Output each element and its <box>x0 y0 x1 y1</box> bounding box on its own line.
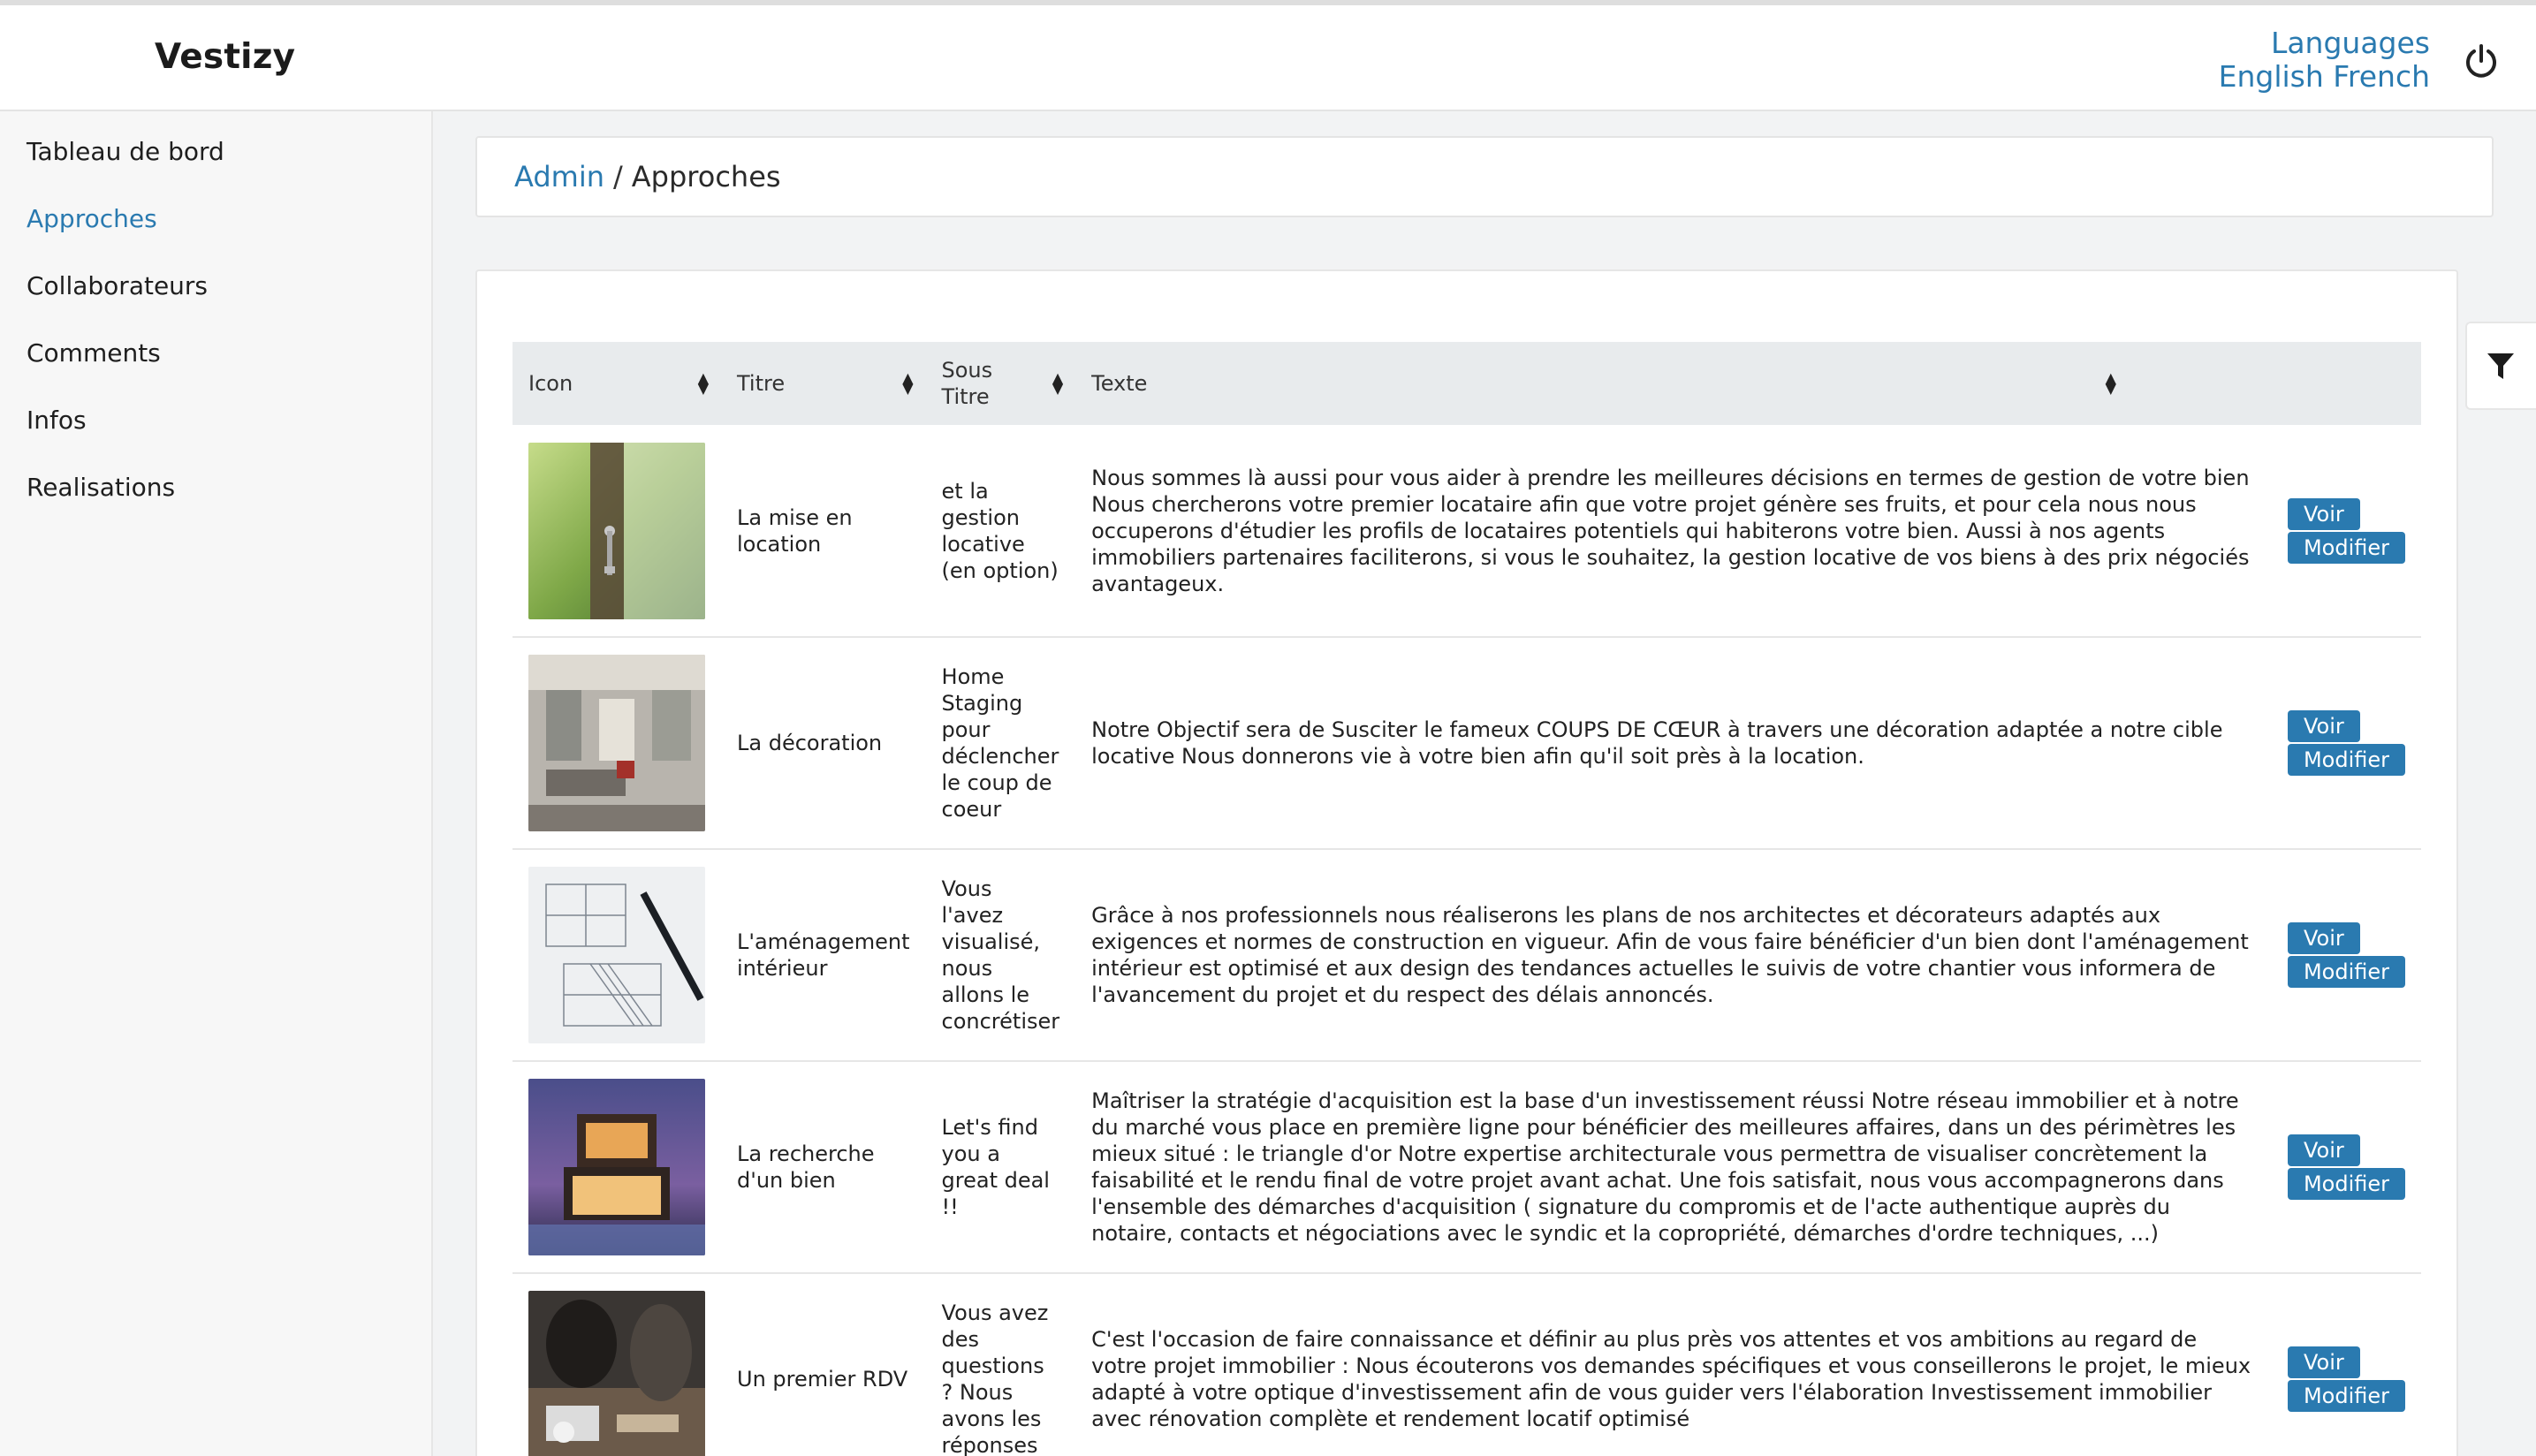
column-label-titre: Titre <box>737 371 786 396</box>
row-titre: La mise en location <box>721 425 926 638</box>
row-texte: Notre Objectif sera de Susciter le fameu… <box>1075 637 2272 850</box>
row-sous-titre: Vous avez des questions ? Nous avons les… <box>925 1273 1076 1456</box>
breadcrumb: Admin / Approches <box>475 136 2494 217</box>
key-in-door-photo <box>528 442 705 619</box>
living-room-photo <box>528 655 705 831</box>
breadcrumb-current: Approches <box>631 160 781 193</box>
language-french[interactable]: French <box>2333 59 2430 94</box>
row-titre: Un premier RDV <box>721 1273 926 1456</box>
sidebar: Tableau de bord Approches Collaborateurs… <box>0 111 433 1456</box>
brand-logo[interactable]: Vestizy <box>155 37 295 77</box>
column-header-actions <box>2271 342 2421 425</box>
column-label-texte: Texte <box>1091 371 1148 396</box>
sidebar-item-realisations[interactable]: Realisations <box>0 454 431 521</box>
voir-button[interactable]: Voir <box>2287 922 2360 954</box>
language-switcher: Languages English French <box>2219 27 2430 94</box>
row-titre: La recherche d'un bien <box>721 1061 926 1274</box>
breadcrumb-separator: / <box>612 160 623 193</box>
voir-button[interactable]: Voir <box>2287 497 2360 530</box>
column-header-texte[interactable]: Texte ▲ ▼ <box>1075 342 2272 425</box>
voir-button[interactable]: Voir <box>2287 1134 2360 1166</box>
row-sous-titre: Let's find you a great deal !! <box>925 1061 1076 1274</box>
approches-panel: Icon ▲ ▼ Titre ▲ ▼ Sous Titre ▲ ▼ Texte ▲ ▼ <box>475 269 2458 1456</box>
row-texte: Grâce à nos professionnels nous réaliser… <box>1075 849 2272 1062</box>
blueprint-photo <box>528 867 705 1043</box>
column-header-sous-titre[interactable]: Sous Titre ▲ ▼ <box>925 342 1076 425</box>
modern-house-photo <box>528 1079 705 1255</box>
sidebar-item-tableau-de-bord[interactable]: Tableau de bord <box>0 118 431 186</box>
table-row: L'aménagement intérieur Vous l'avez visu… <box>513 849 2421 1062</box>
sidebar-item-collaborateurs[interactable]: Collaborateurs <box>0 253 431 320</box>
language-english[interactable]: English <box>2219 59 2324 94</box>
modifier-button[interactable]: Modifier <box>2287 1168 2405 1200</box>
sort-icon[interactable]: ▲ ▼ <box>2106 371 2116 396</box>
top-bar: Vestizy Languages English French <box>0 0 2536 111</box>
row-sous-titre: Vous l'avez visualisé, nous allons le co… <box>925 849 1076 1062</box>
voir-button[interactable]: Voir <box>2287 1346 2360 1378</box>
row-texte: Maîtriser la stratégie d'acquisition est… <box>1075 1061 2272 1274</box>
table-row: La décoration Home Staging pour déclench… <box>513 637 2421 850</box>
modifier-button[interactable]: Modifier <box>2287 956 2405 988</box>
sidebar-item-approches[interactable]: Approches <box>0 186 431 253</box>
row-sous-titre: et la gestion locative (en option) <box>925 425 1076 638</box>
row-texte: Nous sommes là aussi pour vous aider à p… <box>1075 425 2272 638</box>
languages-label: Languages <box>2270 26 2430 60</box>
sidebar-item-infos[interactable]: Infos <box>0 387 431 454</box>
row-sous-titre: Home Staging pour déclencher le coup de … <box>925 637 1076 850</box>
breadcrumb-admin-link[interactable]: Admin <box>514 160 604 193</box>
power-icon[interactable] <box>2462 42 2501 81</box>
table-row: La mise en location et la gestion locati… <box>513 425 2421 638</box>
voir-button[interactable]: Voir <box>2287 710 2360 742</box>
sort-icon[interactable]: ▲ ▼ <box>902 371 913 396</box>
approches-table: Icon ▲ ▼ Titre ▲ ▼ Sous Titre ▲ ▼ Texte ▲ ▼ <box>513 342 2421 1456</box>
table-row: Un premier RDV Vous avez des questions ?… <box>513 1273 2421 1456</box>
row-titre: La décoration <box>721 637 926 850</box>
column-header-icon[interactable]: Icon ▲ ▼ <box>513 342 721 425</box>
column-header-titre[interactable]: Titre ▲ ▼ <box>721 342 926 425</box>
row-texte: C'est l'occasion de faire connaissance e… <box>1075 1273 2272 1456</box>
modifier-button[interactable]: Modifier <box>2287 531 2405 564</box>
row-titre: L'aménagement intérieur <box>721 849 926 1062</box>
column-label-icon: Icon <box>528 371 573 396</box>
sort-icon[interactable]: ▲ ▼ <box>698 371 709 396</box>
sidebar-item-comments[interactable]: Comments <box>0 320 431 387</box>
modifier-button[interactable]: Modifier <box>2287 1380 2405 1412</box>
table-row: La recherche d'un bien Let's find you a … <box>513 1061 2421 1274</box>
meeting-photo <box>528 1291 705 1456</box>
modifier-button[interactable]: Modifier <box>2287 744 2405 776</box>
filter-button[interactable] <box>2465 322 2536 410</box>
column-label-sous-titre: Sous Titre <box>941 358 993 409</box>
sort-icon[interactable]: ▲ ▼ <box>1052 371 1063 396</box>
filter-icon <box>2487 353 2514 379</box>
